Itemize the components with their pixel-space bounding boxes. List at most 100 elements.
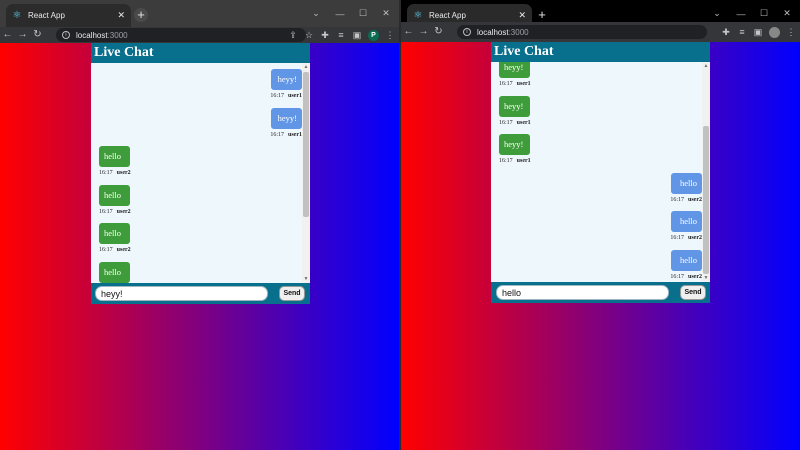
chat-message: hello 16:17 user2 xyxy=(491,249,702,283)
message-bubble: hello xyxy=(99,223,130,244)
share-icon[interactable]: ⇪ xyxy=(288,30,298,40)
chat-messages[interactable]: heyy! 16:17 user1 heyy! 16:17 user1 hello 16:17… xyxy=(91,63,310,283)
url-text: localhost:3000 xyxy=(477,27,529,37)
message-bubble: hello xyxy=(99,261,130,283)
extensions-icon[interactable]: ✚ xyxy=(721,27,731,37)
new-tab-button[interactable]: + xyxy=(134,8,148,22)
scrollbar-thumb[interactable] xyxy=(303,72,309,217)
send-button[interactable]: Send xyxy=(680,285,706,300)
bookmark-star-icon[interactable]: ☆ xyxy=(304,30,314,40)
message-meta: 16:17 user1 xyxy=(499,81,531,88)
page-background: Live Chat heyy! 16:17 user1 heyy! 16:17 user1… xyxy=(401,42,800,450)
message-bubble: heyy! xyxy=(271,69,302,90)
browser-toolbar: ← → ↻ i localhost:3000 ✚ ≡ ▣ ⋮ xyxy=(401,22,800,42)
message-username: user2 xyxy=(688,273,702,280)
message-bubble: heyy! xyxy=(499,134,530,155)
scroll-down-arrow-icon[interactable]: ▼ xyxy=(702,274,710,282)
message-meta: 16:17 user2 xyxy=(99,170,131,177)
chat-message: heyy! 16:17 user1 xyxy=(491,134,702,170)
message-input[interactable] xyxy=(496,285,669,300)
message-bubble: hello xyxy=(671,172,702,194)
scroll-up-arrow-icon[interactable]: ▲ xyxy=(302,63,310,71)
profile-avatar[interactable]: P xyxy=(368,29,379,41)
forward-button[interactable]: → xyxy=(15,27,30,43)
site-info-icon[interactable]: i xyxy=(62,31,70,39)
tab-search-dropdown-icon[interactable]: ⌄ xyxy=(303,0,329,27)
message-time: 16:17 xyxy=(99,170,113,176)
new-tab-button[interactable]: + xyxy=(535,8,549,22)
message-time: 16:17 xyxy=(270,131,284,138)
close-tab-icon[interactable]: ✕ xyxy=(117,11,125,20)
chat-message: hello16:17user2 xyxy=(91,261,302,284)
message-username: user2 xyxy=(116,170,131,176)
tab-title: React App xyxy=(28,11,65,20)
extensions-icon[interactable]: ✚ xyxy=(320,30,330,40)
message-username: user2 xyxy=(688,235,702,241)
message-time: 16:17 xyxy=(670,196,684,203)
message-bubble: heyy! xyxy=(499,62,530,78)
site-info-icon[interactable]: i xyxy=(463,28,471,36)
media-controls-icon[interactable]: ≡ xyxy=(336,30,346,40)
kebab-menu-icon[interactable]: ⋮ xyxy=(385,30,395,40)
media-controls-icon[interactable]: ≡ xyxy=(737,27,747,37)
browser-toolbar: ← → ↻ i localhost:3000 ⇪ ☆ ✚ ≡ ▣ P ⋮ xyxy=(0,27,399,43)
message-bubble: hello xyxy=(671,211,702,232)
forward-button[interactable]: → xyxy=(416,24,431,40)
chat-title: Live Chat xyxy=(491,42,710,62)
message-bubble: hello xyxy=(671,249,702,271)
chat-scrollbar[interactable]: ▲ ▼ xyxy=(702,62,710,282)
address-bar[interactable]: i localhost:3000 xyxy=(56,28,306,42)
address-bar[interactable]: i localhost:3000 xyxy=(457,25,707,39)
message-bubble: heyy! xyxy=(499,95,530,117)
message-time: 16:17 xyxy=(499,119,513,126)
side-panel-icon[interactable]: ▣ xyxy=(753,27,763,37)
message-meta: 16:17 user2 xyxy=(670,197,702,204)
chat-scrollbar[interactable]: ▲ ▼ xyxy=(302,63,310,283)
message-time: 16:17 xyxy=(499,81,513,87)
message-bubble: hello xyxy=(99,146,130,167)
chat-window: Live Chat heyy! 16:17 user1 heyy! 16:17 user1… xyxy=(491,42,710,303)
chat-message: hello 16:17user2 xyxy=(491,172,702,209)
message-meta: 16:17 user2 xyxy=(99,209,131,216)
toolbar-actions: ⇪ ☆ ✚ ≡ ▣ P ⋮ xyxy=(288,27,395,43)
close-tab-icon[interactable]: ✕ xyxy=(518,11,526,20)
message-meta: 16:17 user2 xyxy=(670,274,702,281)
tab-title: React App xyxy=(429,11,466,20)
message-time: 16:17 xyxy=(670,273,684,280)
chat-message: heyy! 16:17 user1 xyxy=(491,95,702,132)
message-username: user2 xyxy=(116,208,131,215)
reload-button[interactable]: ↻ xyxy=(431,24,446,40)
message-time: 16:17 xyxy=(499,158,513,164)
message-time: 16:17 xyxy=(99,208,113,215)
message-meta: 16:17 user1 xyxy=(270,93,302,100)
side-panel-icon[interactable]: ▣ xyxy=(352,30,362,40)
message-input[interactable] xyxy=(95,286,268,301)
message-bubble: heyy! xyxy=(271,107,302,129)
url-text: localhost:3000 xyxy=(76,30,128,40)
chat-footer: Send xyxy=(491,282,710,303)
react-favicon-icon: ⚛ xyxy=(413,9,423,21)
chat-message: heyy! 16:17 user1 xyxy=(491,62,702,93)
reload-button[interactable]: ↻ xyxy=(30,27,45,43)
profile-avatar[interactable] xyxy=(769,26,780,38)
scroll-up-arrow-icon[interactable]: ▲ xyxy=(702,62,710,70)
message-username: user2 xyxy=(116,247,131,253)
close-window-button[interactable]: ✕ xyxy=(373,0,399,27)
scrollbar-thumb[interactable] xyxy=(703,126,709,274)
chat-footer: Send xyxy=(91,283,310,304)
back-button[interactable]: ← xyxy=(401,24,416,40)
chat-messages[interactable]: heyy! 16:17 user1 heyy! 16:17 user1 heyy! 16:17… xyxy=(491,62,710,282)
message-username: user1 xyxy=(516,158,531,164)
chat-message: heyy! 16:17 user1 xyxy=(91,107,302,144)
back-button[interactable]: ← xyxy=(0,27,15,43)
message-username: user1 xyxy=(288,131,302,138)
message-time: 16:17 xyxy=(270,93,284,99)
chat-message: hello 16:17user2 xyxy=(91,223,302,259)
scroll-down-arrow-icon[interactable]: ▼ xyxy=(302,275,310,283)
message-meta: 16:17 user1 xyxy=(270,132,302,139)
kebab-menu-icon[interactable]: ⋮ xyxy=(786,27,796,37)
message-meta: 16:17 user2 xyxy=(99,247,131,254)
chat-message: hello16:17user2 xyxy=(491,211,702,247)
send-button[interactable]: Send xyxy=(279,286,305,301)
browser-tab[interactable]: ⚛ React App ✕ xyxy=(6,4,131,27)
